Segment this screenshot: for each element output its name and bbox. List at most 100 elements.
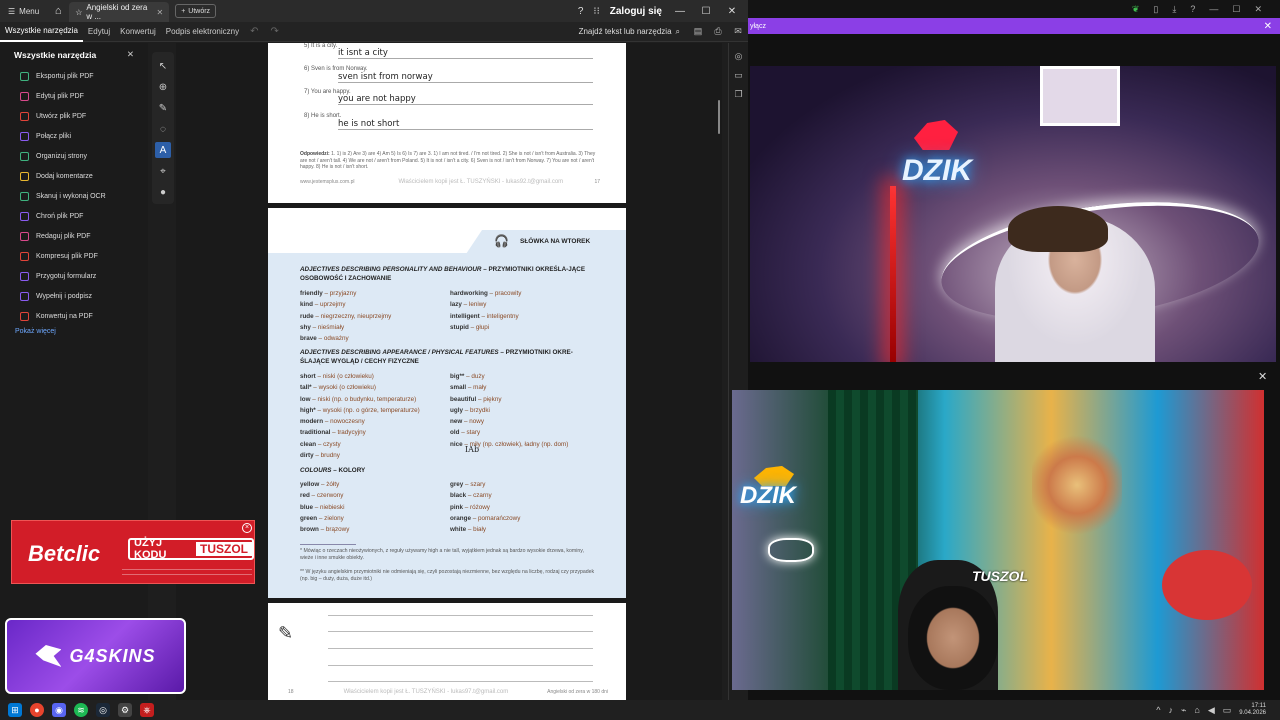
vocab-entry: short – niski (o człowieku) bbox=[300, 373, 374, 380]
vocab-entry: yellow – żółty bbox=[300, 481, 340, 488]
g4skins-ad[interactable]: G4SKINS bbox=[5, 618, 186, 694]
tool-item[interactable]: Edytuj plik PDF bbox=[0, 86, 148, 106]
spotify-icon[interactable]: ≋ bbox=[74, 703, 88, 717]
vocab-word: small bbox=[450, 384, 467, 392]
lasso-icon[interactable]: ◌ bbox=[155, 121, 171, 137]
exercise-answer-field[interactable]: he is not short bbox=[338, 119, 593, 130]
acrobat-icon[interactable]: ⎈ bbox=[140, 703, 154, 717]
mic-icon[interactable]: ♪ bbox=[1169, 705, 1174, 715]
close-cam-icon[interactable]: ✕ bbox=[1258, 370, 1267, 383]
maximize-icon[interactable]: ☐ bbox=[698, 6, 714, 17]
tool-item[interactable]: Połącz pliki bbox=[0, 126, 148, 146]
clock[interactable]: 17:11 9.04.2026 bbox=[1239, 703, 1266, 717]
vocab-word: modern bbox=[300, 418, 324, 426]
steam-icon[interactable]: ◎ bbox=[96, 703, 110, 717]
save-icon[interactable]: ▤ bbox=[688, 26, 708, 37]
banner-close-icon[interactable]: ✕ bbox=[1264, 21, 1272, 32]
undo-icon[interactable]: ↶ bbox=[244, 26, 264, 37]
leaf-icon[interactable]: ❦ bbox=[1132, 4, 1140, 15]
vocab-translation: brązowy bbox=[325, 526, 350, 534]
print-icon[interactable]: ⎙ bbox=[708, 26, 728, 37]
network-icon[interactable]: ⌂ bbox=[1194, 705, 1199, 715]
close-icon[interactable]: ✕ bbox=[1254, 4, 1262, 15]
ad-close-icon[interactable]: × bbox=[242, 523, 252, 533]
help-icon[interactable]: ? bbox=[578, 6, 584, 17]
new-tab-button[interactable]: + Utwórz bbox=[175, 4, 217, 18]
exercise-answer-field[interactable]: you are not happy bbox=[338, 94, 593, 105]
tab-convert[interactable]: Konwertuj bbox=[115, 22, 161, 42]
tool-item[interactable]: Dodaj komentarze bbox=[0, 166, 148, 186]
menu-button[interactable]: ☰ Menu bbox=[0, 0, 47, 22]
new-tab-label: Utwórz bbox=[188, 7, 211, 15]
app-icon[interactable]: ⚙ bbox=[118, 703, 132, 717]
promo-code-box: UŻYJ KODU TUSZOL bbox=[128, 537, 254, 561]
home-icon[interactable]: ⌂ bbox=[47, 0, 69, 22]
stamp-icon[interactable]: ⌖ bbox=[155, 163, 171, 179]
star-icon[interactable]: ☆ bbox=[75, 8, 82, 17]
tab-esign[interactable]: Podpis elektroniczny bbox=[161, 22, 244, 42]
scrollbar[interactable] bbox=[718, 100, 720, 134]
close-panel-icon[interactable]: ✕ bbox=[127, 49, 134, 60]
tool-item[interactable]: Organizuj strony bbox=[0, 146, 148, 166]
minimize-icon[interactable]: — bbox=[1209, 4, 1218, 14]
banner-label[interactable]: yłącz bbox=[748, 23, 766, 30]
pen-icon[interactable]: ✎ bbox=[155, 100, 171, 116]
help-icon[interactable]: ? bbox=[1190, 4, 1195, 14]
chrome-icon[interactable]: ● bbox=[30, 703, 44, 717]
pages-icon[interactable]: ❐ bbox=[734, 89, 744, 99]
email-icon[interactable]: ✉ bbox=[728, 26, 748, 37]
tool-item[interactable]: Redaguj plik PDF bbox=[0, 226, 148, 246]
discord-icon[interactable]: ◉ bbox=[52, 703, 66, 717]
usb-icon[interactable]: ⌁ bbox=[1181, 705, 1186, 716]
apps-grid-icon[interactable]: ⁝⁝ bbox=[593, 6, 599, 17]
color-dot-icon[interactable]: ● bbox=[155, 184, 171, 200]
redo-icon[interactable]: ↷ bbox=[265, 26, 285, 37]
tool-item[interactable]: Utwórz plik PDF bbox=[0, 106, 148, 126]
close-window-icon[interactable]: ✕ bbox=[724, 6, 740, 17]
tool-item[interactable]: Przygotuj formularz bbox=[0, 266, 148, 286]
vocab-list: big** – duży small – mały beautiful – pięk… bbox=[450, 371, 568, 450]
download-icon[interactable]: ⤓ bbox=[1172, 4, 1176, 15]
phone-icon[interactable]: ▯ bbox=[1153, 4, 1158, 15]
close-tab-icon[interactable]: ✕ bbox=[156, 8, 163, 17]
tool-item[interactable]: Eksportuj plik PDF bbox=[0, 66, 148, 86]
comment-icon[interactable]: ▭ bbox=[734, 70, 744, 80]
select-cursor-icon[interactable]: ↖ bbox=[155, 58, 171, 74]
zoom-icon[interactable]: ⊕ bbox=[155, 79, 171, 95]
maximize-icon[interactable]: ☐ bbox=[1232, 4, 1240, 15]
tool-item[interactable]: Skanuj i wykonaj OCR bbox=[0, 186, 148, 206]
volume-icon[interactable]: ◀ bbox=[1208, 705, 1215, 716]
tool-item[interactable]: Kompresuj plik PDF bbox=[0, 246, 148, 266]
watermark: Właścicielem kopii jest Ł. TUSZYŃSKI - l… bbox=[343, 689, 509, 695]
vocab-word: ugly bbox=[450, 406, 463, 414]
tab-edit[interactable]: Edytuj bbox=[83, 22, 115, 42]
tool-item[interactable]: Chroń plik PDF bbox=[0, 206, 148, 226]
text-select-icon[interactable]: A bbox=[155, 142, 171, 158]
vocab-entry: rude – niegrzeczny, nieuprzejmy bbox=[300, 312, 392, 320]
tool-item[interactable]: Konwertuj na PDF bbox=[0, 306, 148, 326]
chevron-up-icon[interactable]: ^ bbox=[1156, 705, 1160, 715]
battery-icon[interactable]: ▭ bbox=[1223, 705, 1232, 716]
ai-assistant-icon[interactable]: ◎ bbox=[734, 51, 744, 61]
find-tools-search[interactable]: Znajdź tekst lub narzędzia ⌕ bbox=[579, 27, 688, 37]
sign-in-button[interactable]: Zaloguj się bbox=[610, 6, 662, 17]
betclic-ad[interactable]: Betclic UŻYJ KODU TUSZOL × bbox=[11, 520, 255, 584]
vocab-word: pink bbox=[450, 503, 463, 511]
vocab-word: traditional bbox=[300, 429, 331, 437]
windows-start-icon[interactable]: ⊞ bbox=[8, 703, 22, 717]
tab-all-tools[interactable]: Wszystkie narzędzia bbox=[0, 22, 83, 42]
vocab-translation: duży bbox=[471, 373, 485, 380]
tool-item[interactable]: Wypełnij i podpisz bbox=[0, 286, 148, 306]
tool-icon bbox=[20, 211, 29, 221]
vocab-translation: tradycyjny bbox=[337, 429, 366, 437]
exercise-answer-field[interactable]: it isnt a city bbox=[338, 48, 593, 59]
vocab-word: beautiful bbox=[450, 395, 477, 403]
document-tab[interactable]: ☆ Angielski od zera w ... ✕ bbox=[69, 2, 170, 22]
minimize-icon[interactable]: — bbox=[672, 6, 688, 17]
tool-icon bbox=[20, 151, 29, 161]
document-viewport[interactable]: 5) It is a city. it isnt a city 6) Sven … bbox=[176, 43, 722, 700]
plus-icon: + bbox=[181, 7, 186, 15]
vocab-word: intelligent bbox=[450, 312, 480, 320]
show-more-link[interactable]: Pokaż więcej bbox=[0, 326, 148, 337]
exercise-answer-field[interactable]: sven isnt from norway bbox=[338, 72, 593, 83]
